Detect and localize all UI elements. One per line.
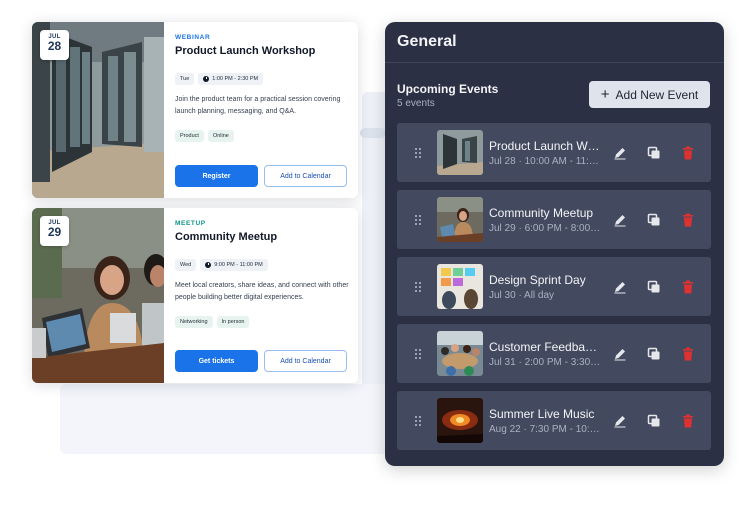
add-new-event-button[interactable]: + Add New Event: [589, 81, 710, 108]
event-card-community-meetup: JUL 29 MEETUP Community Meetup Wed 9:00 …: [32, 208, 358, 383]
whiteboard-icon: [437, 264, 483, 309]
event-tag: Networking: [175, 316, 213, 328]
group-icon: [437, 331, 483, 376]
event-row-subtitle: Aug 22 · 7:30 PM - 10:00 PM: [489, 423, 601, 435]
event-row[interactable]: Summer Live Music Aug 22 · 7:30 PM - 10:…: [397, 391, 711, 450]
meetup-image: JUL 29: [32, 208, 164, 383]
copy-icon[interactable]: [647, 213, 661, 227]
copy-icon[interactable]: [647, 146, 661, 160]
event-list: Product Launch Workshop Jul 28 · 10:00 A…: [397, 123, 711, 458]
date-day: 29: [47, 225, 62, 239]
event-row[interactable]: Customer Feedback Session Jul 31 · 2:00 …: [397, 324, 711, 383]
event-tag: In person: [216, 316, 250, 328]
date-day: 28: [47, 39, 62, 53]
trash-icon[interactable]: [681, 146, 695, 160]
office-icon: [437, 130, 483, 175]
trash-icon[interactable]: [681, 347, 695, 361]
event-row-subtitle: Jul 28 · 10:00 AM - 11:30 AM: [489, 155, 601, 167]
drag-handle-icon[interactable]: [415, 348, 423, 359]
panel-title: General: [397, 33, 457, 50]
event-row[interactable]: Product Launch Workshop Jul 28 · 10:00 A…: [397, 123, 711, 182]
plus-icon: +: [600, 86, 610, 103]
date-badge: JUL 29: [40, 216, 69, 246]
trash-icon[interactable]: [681, 280, 695, 294]
trash-icon[interactable]: [681, 414, 695, 428]
trash-icon[interactable]: [681, 213, 695, 227]
event-row-subtitle: Jul 31 · 2:00 PM - 3:30 PM: [489, 356, 601, 368]
time-pill: 9:00 PM - 11:00 PM: [200, 259, 268, 271]
event-row-subtitle: Jul 30 · All day: [489, 289, 555, 301]
event-time: 9:00 PM - 11:00 PM: [214, 262, 263, 268]
copy-icon[interactable]: [647, 414, 661, 428]
event-row[interactable]: Community Meetup Jul 29 · 6:00 PM - 8:00…: [397, 190, 711, 249]
drag-handle-icon[interactable]: [415, 281, 423, 292]
event-row-title: Design Sprint Day: [489, 272, 586, 287]
add-to-calendar-button[interactable]: Add to Calendar: [264, 350, 347, 372]
pencil-icon[interactable]: [613, 213, 627, 227]
add-to-calendar-button[interactable]: Add to Calendar: [264, 165, 347, 187]
event-description: Join the product team for a practical se…: [175, 96, 341, 115]
copy-icon[interactable]: [647, 347, 661, 361]
event-tag: Online: [207, 130, 234, 142]
register-button[interactable]: Register: [175, 165, 258, 187]
pencil-icon[interactable]: [613, 414, 627, 428]
pencil-icon[interactable]: [613, 347, 627, 361]
weekday-pill: Wed: [175, 259, 197, 271]
meetup-icon: [437, 197, 483, 242]
copy-icon[interactable]: [647, 280, 661, 294]
pencil-icon[interactable]: [613, 146, 627, 160]
event-row-title: Customer Feedback Session: [489, 339, 601, 354]
event-row-title: Community Meetup: [489, 205, 594, 220]
office-image: JUL 28: [32, 22, 164, 198]
background-decoration: [60, 384, 390, 454]
event-row[interactable]: Design Sprint Day Jul 30 · All day: [397, 257, 711, 316]
event-row-title: Product Launch Workshop: [489, 138, 601, 153]
concert-icon: [437, 398, 483, 443]
event-description: Meet local creators, share ideas, and co…: [175, 282, 349, 301]
get-tickets-button[interactable]: Get tickets: [175, 350, 258, 372]
drag-handle-icon[interactable]: [415, 214, 423, 225]
events-admin-panel: General Upcoming Events 5 events + Add N…: [385, 22, 724, 466]
clock-icon: [203, 76, 210, 82]
event-time: 1:00 PM - 2:30 PM: [212, 76, 259, 82]
background-decoration: [360, 128, 386, 138]
clock-icon: [205, 262, 212, 268]
drag-handle-icon[interactable]: [415, 147, 423, 158]
event-title: Community Meetup: [175, 231, 278, 243]
event-title: Product Launch Workshop: [175, 45, 316, 57]
add-new-event-label: Add New Event: [615, 87, 699, 102]
date-badge: JUL 28: [40, 30, 69, 60]
pencil-icon[interactable]: [613, 280, 627, 294]
event-tag: Product: [175, 130, 204, 142]
weekday-pill: Tue: [175, 73, 195, 85]
event-category: WEBINAR: [175, 34, 211, 41]
event-row-title: Summer Live Music: [489, 406, 595, 421]
event-category: MEETUP: [175, 220, 206, 227]
event-card-product-launch: JUL 28 WEBINAR Product Launch Workshop T…: [32, 22, 358, 198]
time-pill: 1:00 PM - 2:30 PM: [198, 73, 264, 85]
event-row-subtitle: Jul 29 · 6:00 PM - 8:00 PM: [489, 222, 601, 234]
drag-handle-icon[interactable]: [415, 415, 423, 426]
